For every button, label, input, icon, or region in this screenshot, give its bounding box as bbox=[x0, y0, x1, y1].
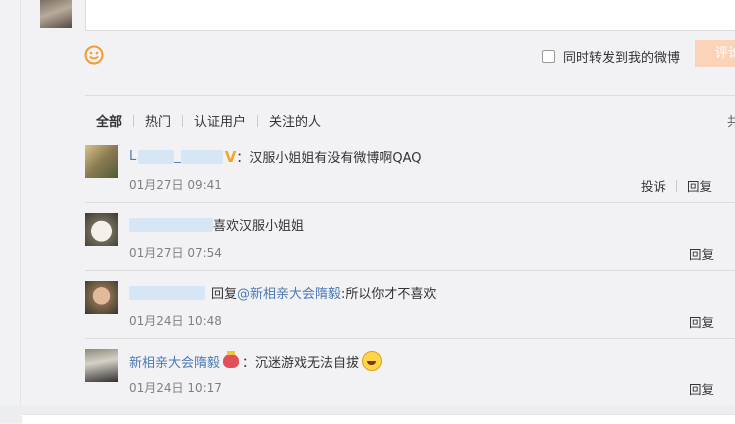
avatar[interactable] bbox=[85, 145, 118, 178]
tab-hot[interactable]: 热门 bbox=[145, 111, 171, 130]
divider bbox=[85, 95, 735, 96]
comment-filter-tabs: 全部 热门 认证用户 关注的人 bbox=[96, 111, 321, 130]
comment-input[interactable] bbox=[85, 0, 735, 31]
submit-comment-button[interactable]: 评论 bbox=[695, 40, 735, 67]
smile-icon[interactable] bbox=[84, 45, 104, 65]
comment-colon: ： bbox=[242, 355, 256, 371]
blurred-username bbox=[129, 285, 205, 300]
comment-content: 回复 @新相亲大会隋毅 :所以你才不喜欢 bbox=[129, 283, 436, 302]
username-suffix: _ bbox=[174, 149, 181, 164]
comment-time: 01月24日 10:48 bbox=[129, 314, 222, 328]
reply-link[interactable]: 回复 bbox=[689, 379, 714, 398]
repost-checkbox[interactable] bbox=[542, 50, 555, 63]
comment-actions: 投诉 回复 bbox=[641, 176, 712, 195]
mention-link[interactable]: @新相亲大会隋毅 bbox=[237, 283, 341, 302]
comment-actions: 回复 bbox=[689, 379, 714, 398]
tab-separator bbox=[257, 114, 259, 127]
action-separator bbox=[676, 179, 678, 192]
comment-username[interactable]: 新相亲大会隋毅 bbox=[129, 352, 220, 371]
comment-count-label: 共 bbox=[727, 115, 735, 130]
laugh-emoji-icon bbox=[362, 351, 383, 371]
avatar[interactable] bbox=[85, 349, 118, 382]
comment-text: 汉服小姐姐有没有微博啊QAQ bbox=[249, 151, 422, 166]
tab-following[interactable]: 关注的人 bbox=[269, 111, 321, 130]
comment-actions: 回复 bbox=[689, 312, 714, 331]
comment-content: 新相亲大会隋毅 ： 沉迷游戏无法自拔 bbox=[129, 351, 383, 371]
current-user-avatar[interactable] bbox=[40, 0, 72, 28]
tab-separator bbox=[182, 114, 184, 127]
crown-icon bbox=[223, 351, 240, 368]
blurred-username bbox=[129, 217, 213, 232]
blurred-username bbox=[138, 149, 175, 164]
comment-time: 01月27日 07:54 bbox=[129, 246, 222, 260]
tab-all[interactable]: 全部 bbox=[96, 111, 122, 130]
comment-divider bbox=[85, 202, 735, 203]
repost-label: 同时转发到我的微博 bbox=[563, 51, 681, 66]
blurred-username bbox=[180, 149, 223, 164]
comment-text: 沉迷游戏无法自拔 bbox=[255, 355, 360, 371]
reply-link[interactable]: 回复 bbox=[689, 312, 714, 331]
comment-content: 喜欢汉服小姐姐 bbox=[129, 215, 304, 234]
comment-username[interactable]: L bbox=[129, 149, 136, 164]
avatar[interactable] bbox=[85, 213, 118, 246]
comment-text: 喜欢汉服小姐姐 bbox=[213, 219, 305, 234]
repost-option[interactable]: 同时转发到我的微博 bbox=[542, 47, 680, 66]
tab-separator bbox=[133, 114, 135, 127]
reply-link[interactable]: 回复 bbox=[687, 176, 712, 195]
tab-verified-users[interactable]: 认证用户 bbox=[194, 111, 246, 130]
reply-link[interactable]: 回复 bbox=[689, 244, 714, 263]
comment-colon: ： bbox=[236, 151, 250, 166]
report-link[interactable]: 投诉 bbox=[641, 176, 666, 195]
verified-v-icon: V bbox=[224, 147, 237, 166]
comment-divider bbox=[85, 270, 735, 271]
comment-text: :所以你才不喜欢 bbox=[341, 287, 437, 302]
comment-time: 01月24日 10:17 bbox=[129, 381, 222, 395]
reply-prefix: 回复 bbox=[211, 287, 238, 302]
avatar[interactable] bbox=[85, 281, 118, 314]
comment-divider bbox=[85, 338, 735, 339]
comment-content: L _ V ： 汉服小姐姐有没有微博啊QAQ bbox=[129, 147, 422, 167]
comment-time: 01月27日 09:41 bbox=[129, 178, 222, 192]
comment-actions: 回复 bbox=[689, 244, 714, 263]
